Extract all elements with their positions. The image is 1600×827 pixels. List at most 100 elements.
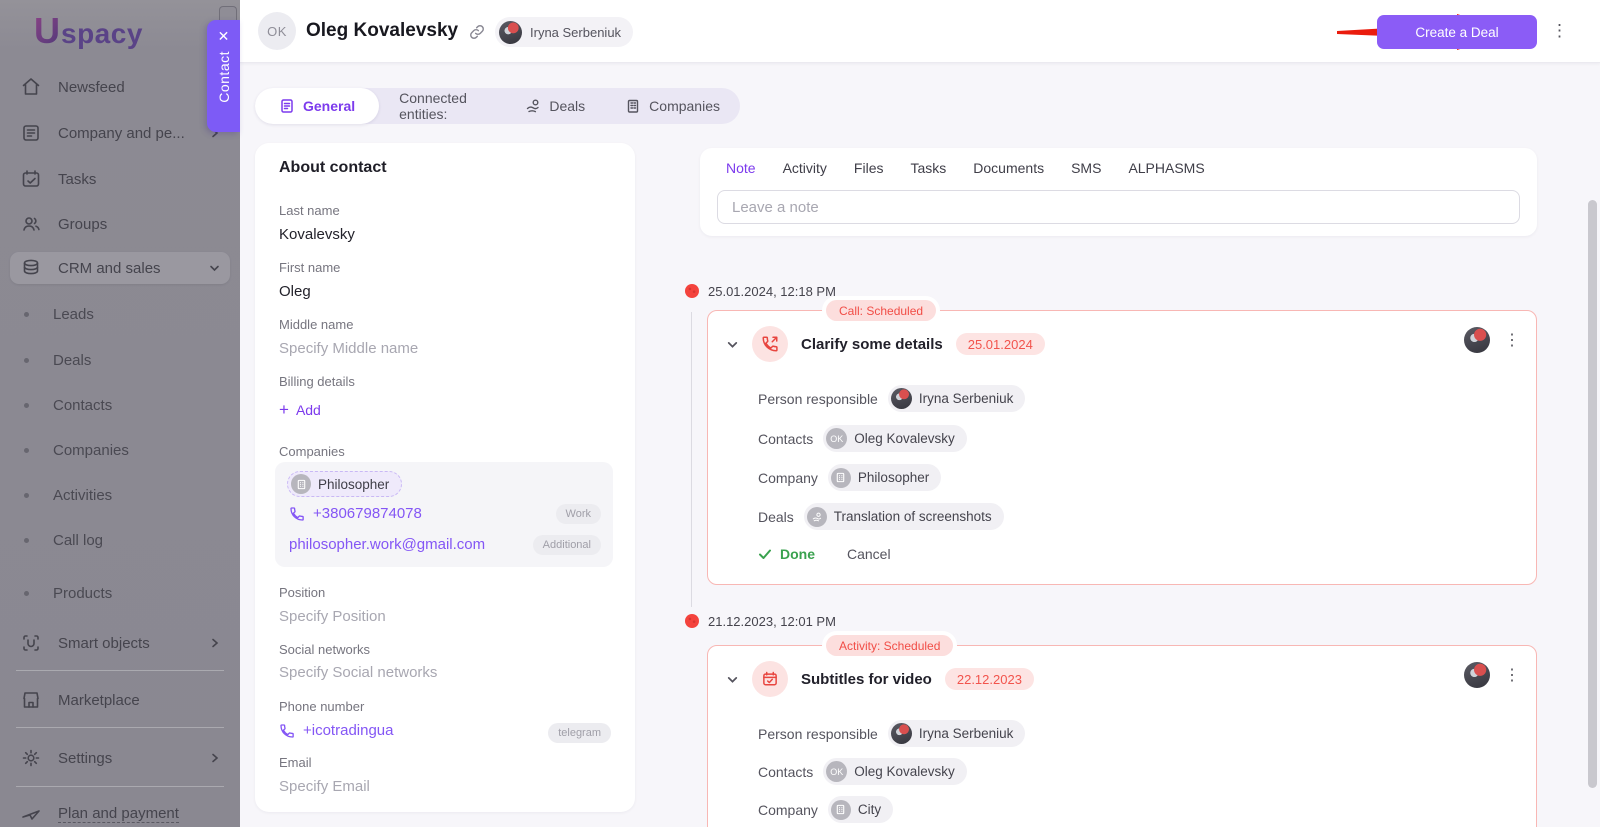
chevron-right-icon bbox=[212, 753, 219, 763]
avatar[interactable] bbox=[1464, 327, 1490, 353]
phone-number-badge: telegram bbox=[548, 723, 611, 743]
email-placeholder[interactable]: Specify Email bbox=[279, 778, 611, 795]
sidebar: U spacy Newsfeed Company and pe... Tasks… bbox=[0, 0, 240, 827]
sidebar-item-smart-objects[interactable]: Smart objects bbox=[10, 627, 230, 659]
tab-activity[interactable]: Activity bbox=[783, 160, 827, 176]
tab-label: Connected entities: bbox=[399, 90, 467, 122]
sidebar-item-crm-and-sales[interactable]: CRM and sales bbox=[10, 252, 230, 284]
tab-deals[interactable]: Deals bbox=[505, 88, 605, 124]
tab-tasks[interactable]: Tasks bbox=[910, 160, 946, 176]
check-icon bbox=[759, 549, 771, 559]
sidebar-divider bbox=[16, 727, 224, 728]
activity-title: Clarify some details bbox=[801, 335, 943, 353]
chip-label: Translation of screenshots bbox=[833, 509, 992, 524]
contact-chip[interactable]: OK Oleg Kovalevsky bbox=[823, 758, 967, 785]
card-menu-icon[interactable]: ⋮ bbox=[1504, 665, 1520, 685]
bullet-icon bbox=[24, 537, 29, 543]
uspacy-logo[interactable]: U spacy bbox=[34, 10, 143, 52]
sidebar-item-leads[interactable]: Leads bbox=[10, 300, 230, 328]
copy-link-icon[interactable] bbox=[468, 23, 486, 41]
sidebar-item-companies[interactable]: Companies bbox=[10, 436, 230, 464]
tab-companies[interactable]: Companies bbox=[605, 88, 740, 124]
sidebar-item-products[interactable]: Products bbox=[10, 579, 230, 607]
first-name-value[interactable]: Oleg bbox=[279, 283, 611, 300]
cancel-button[interactable]: Cancel bbox=[847, 546, 891, 562]
plus-icon: + bbox=[279, 400, 289, 419]
chip-label: City bbox=[857, 802, 882, 817]
company-name: Philosopher bbox=[318, 476, 390, 492]
logo-letter: U bbox=[34, 10, 60, 51]
about-title: About contact bbox=[279, 159, 387, 176]
note-tabs: Note Activity Files Tasks Documents SMS … bbox=[726, 160, 1205, 176]
contact-panel-tab[interactable]: ✕ Contact bbox=[207, 20, 240, 132]
phone-link[interactable]: +380679874078 bbox=[289, 505, 422, 522]
company-info-box: Philosopher +380679874078 Work philosoph… bbox=[275, 462, 613, 567]
row-label: Company bbox=[758, 469, 818, 486]
sidebar-item-activities[interactable]: Activities bbox=[10, 481, 230, 509]
tab-connected-entities[interactable]: Connected entities: bbox=[379, 88, 505, 124]
responsible-user-chip[interactable]: Iryna Serbeniuk bbox=[495, 17, 634, 47]
deal-chip[interactable]: Translation of screenshots bbox=[803, 503, 1004, 530]
avatar bbox=[890, 388, 912, 409]
vertical-scrollbar[interactable] bbox=[1588, 200, 1597, 788]
person-chip[interactable]: Iryna Serbeniuk bbox=[887, 385, 1026, 412]
billing-details-label: Billing details bbox=[279, 374, 355, 389]
company-chip[interactable]: Philosopher bbox=[827, 464, 942, 491]
sidebar-item-company-and-people[interactable]: Company and pe... bbox=[10, 117, 230, 149]
groups-icon bbox=[23, 217, 40, 231]
last-name-value[interactable]: Kovalevsky bbox=[279, 226, 611, 243]
tab-sms[interactable]: SMS bbox=[1071, 160, 1101, 176]
timeline-dot bbox=[685, 614, 699, 628]
person-chip[interactable]: Iryna Serbeniuk bbox=[887, 720, 1026, 747]
sidebar-item-contacts[interactable]: Contacts bbox=[10, 391, 230, 419]
avatar[interactable] bbox=[1464, 662, 1490, 688]
more-menu-icon[interactable]: ⋮ bbox=[1551, 21, 1568, 41]
note-input[interactable] bbox=[717, 190, 1520, 224]
document-icon bbox=[281, 99, 293, 113]
sidebar-item-label: Groups bbox=[58, 215, 108, 233]
plan-icon bbox=[22, 810, 40, 820]
close-icon[interactable]: ✕ bbox=[218, 29, 230, 43]
done-button[interactable]: Done bbox=[758, 546, 815, 562]
chevron-right-icon bbox=[212, 638, 219, 648]
sidebar-item-groups[interactable]: Groups bbox=[10, 208, 230, 240]
phone-type-badge: Work bbox=[555, 504, 601, 524]
card-menu-icon[interactable]: ⋮ bbox=[1504, 330, 1520, 350]
tab-label: Deals bbox=[549, 98, 586, 114]
position-placeholder[interactable]: Specify Position bbox=[279, 608, 611, 625]
chip-label: Oleg Kovalevsky bbox=[854, 431, 955, 446]
logo-text: spacy bbox=[61, 18, 143, 49]
email-link[interactable]: philosopher.work@gmail.com bbox=[289, 536, 485, 553]
tab-note[interactable]: Note bbox=[726, 160, 756, 176]
tab-files[interactable]: Files bbox=[854, 160, 884, 176]
company-chip[interactable]: City bbox=[827, 796, 894, 823]
sidebar-item-plan-and-payment[interactable]: Plan and payment bbox=[10, 798, 230, 827]
tab-general[interactable]: General bbox=[255, 88, 380, 124]
middle-name-placeholder[interactable]: Specify Middle name bbox=[279, 340, 611, 357]
tab-documents[interactable]: Documents bbox=[973, 160, 1044, 176]
social-networks-placeholder[interactable]: Specify Social networks bbox=[279, 664, 611, 681]
tab-alphasms[interactable]: ALPHASMS bbox=[1128, 160, 1204, 176]
sidebar-item-label: Plan and payment bbox=[58, 805, 179, 823]
company-chip[interactable]: Philosopher bbox=[287, 471, 403, 497]
add-billing-button[interactable]: + Add bbox=[279, 401, 321, 418]
sidebar-divider bbox=[16, 670, 224, 671]
sidebar-item-call-log[interactable]: Call log bbox=[10, 526, 230, 554]
chip-label: Iryna Serbeniuk bbox=[918, 391, 1014, 406]
social-networks-label: Social networks bbox=[279, 642, 371, 657]
phone-value: +380679874078 bbox=[313, 505, 422, 522]
sidebar-item-newsfeed[interactable]: Newsfeed bbox=[10, 71, 230, 103]
sidebar-item-deals[interactable]: Deals bbox=[10, 346, 230, 374]
collapse-chevron-icon[interactable] bbox=[726, 338, 739, 351]
collapse-chevron-icon[interactable] bbox=[726, 673, 739, 686]
row-label: Deals bbox=[758, 508, 794, 525]
about-contact-card: About contact Last name Kovalevsky First… bbox=[255, 143, 635, 812]
sidebar-item-settings[interactable]: Settings bbox=[10, 742, 230, 774]
sidebar-item-marketplace[interactable]: Marketplace bbox=[10, 684, 230, 716]
timeline-line bbox=[691, 312, 692, 607]
sidebar-item-tasks[interactable]: Tasks bbox=[10, 163, 230, 195]
phone-icon bbox=[290, 506, 304, 521]
contact-chip[interactable]: OK Oleg Kovalevsky bbox=[823, 425, 967, 452]
create-deal-button[interactable]: Create a Deal bbox=[1377, 15, 1537, 49]
sidebar-item-label: Deals bbox=[53, 351, 92, 369]
